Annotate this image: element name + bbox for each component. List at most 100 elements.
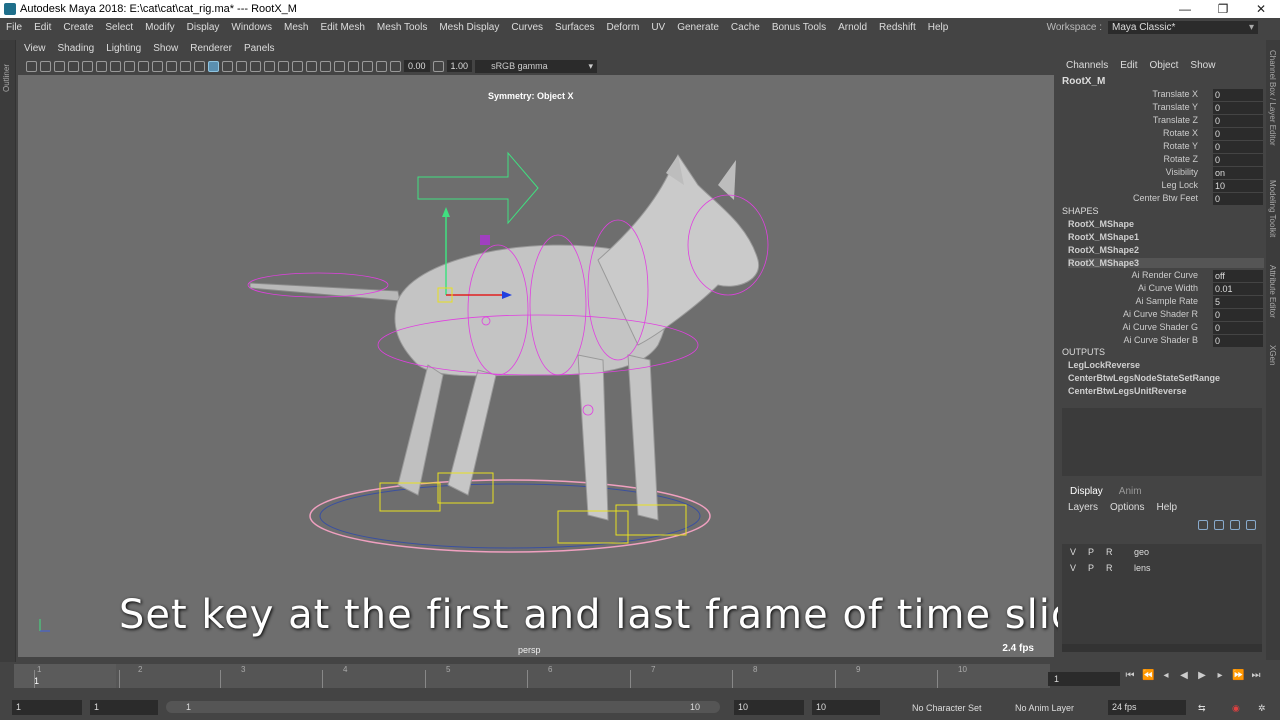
close-button[interactable]: ✕ [1242, 2, 1280, 16]
channel-row[interactable]: Translate Y 0 [1058, 102, 1264, 115]
layer-name[interactable]: lens [1124, 563, 1151, 573]
motion-blur-icon[interactable] [292, 60, 303, 72]
menu-file[interactable]: File [0, 22, 28, 33]
menu-create[interactable]: Create [57, 22, 99, 33]
ambient-occlusion-icon[interactable] [278, 60, 289, 72]
loop-icon[interactable]: ⇆ [1198, 701, 1206, 715]
exposure-field[interactable]: 0.00 [404, 60, 430, 72]
tab-xgen[interactable]: XGen [1268, 345, 1277, 365]
3d-viewport[interactable]: Symmetry: Object X persp 2.4 fps [18, 75, 1054, 657]
maximize-button[interactable]: ❐ [1204, 2, 1242, 16]
character-set-dropdown[interactable]: No Character Set [912, 701, 982, 715]
scene-start-field[interactable]: 1 [12, 700, 82, 715]
shadows-icon[interactable] [264, 60, 275, 72]
depth-of-field-icon[interactable] [320, 60, 331, 72]
channel-value[interactable]: 0 [1213, 89, 1263, 101]
channel-row[interactable]: Center Btw Feet 0 [1058, 193, 1264, 206]
shape-attr-value[interactable]: 0.01 [1213, 283, 1263, 295]
menu-select[interactable]: Select [99, 22, 139, 33]
channel-row[interactable]: Rotate Z 0 [1058, 154, 1264, 167]
layer-name[interactable]: geo [1124, 547, 1149, 557]
current-time-marker[interactable]: 1 [14, 664, 116, 688]
grease-pencil-icon[interactable] [96, 60, 107, 72]
textured-icon[interactable] [236, 60, 247, 72]
minimize-button[interactable]: — [1166, 2, 1204, 16]
menu-cache[interactable]: Cache [725, 22, 766, 33]
channel-row[interactable]: Visibility on [1058, 167, 1264, 180]
output-item[interactable]: CenterBtwLegsNodeStateSetRange [1068, 373, 1220, 383]
viewport-menu-lighting[interactable]: Lighting [100, 43, 147, 57]
channel-value[interactable]: 0 [1213, 141, 1263, 153]
scene-end-field[interactable]: 10 [812, 700, 880, 715]
menu-help[interactable]: Help [922, 22, 955, 33]
layer-visible-toggle[interactable]: V [1070, 547, 1088, 557]
viewport-menu-renderer[interactable]: Renderer [184, 43, 238, 57]
menu-mesh[interactable]: Mesh [278, 22, 314, 33]
outliner-tab[interactable]: Outliner [2, 64, 11, 92]
menu-modify[interactable]: Modify [139, 22, 180, 33]
step-forward-key-icon[interactable]: ⏩ [1232, 670, 1244, 682]
channel-value[interactable]: 0 [1213, 128, 1263, 140]
gamma-field[interactable]: 1.00 [446, 60, 473, 72]
shape-item-selected[interactable]: RootX_MShape3 [1068, 258, 1264, 268]
workspace-dropdown[interactable]: Maya Classic* [1108, 21, 1258, 34]
channel-value[interactable]: 10 [1213, 180, 1263, 192]
xray-icon[interactable] [348, 60, 359, 72]
safe-action-icon[interactable] [180, 60, 191, 72]
go-to-end-icon[interactable]: ⏭ [1250, 670, 1262, 682]
shape-attr-value[interactable]: 0 [1213, 322, 1263, 334]
wireframe-icon[interactable] [194, 60, 205, 72]
channel-menu-object[interactable]: Object [1150, 60, 1179, 71]
film-gate-icon[interactable] [124, 60, 135, 72]
tab-attribute-editor[interactable]: Attribute Editor [1268, 265, 1277, 318]
channel-value[interactable]: 0 [1213, 193, 1263, 205]
channel-row[interactable]: Rotate Y 0 [1058, 141, 1264, 154]
menu-uv[interactable]: UV [645, 22, 671, 33]
shape-attr-row[interactable]: Ai Sample Rate 5 [1058, 296, 1264, 309]
new-layer-selected-icon[interactable] [1246, 520, 1256, 530]
select-camera-icon[interactable] [26, 60, 37, 72]
fps-dropdown[interactable]: 24 fps [1108, 700, 1186, 715]
channel-row[interactable]: Translate X 0 [1058, 89, 1264, 102]
menu-deform[interactable]: Deform [601, 22, 646, 33]
layer-visible-toggle[interactable]: V [1070, 563, 1088, 573]
time-slider[interactable]: 1 1 2 3 4 5 6 7 8 9 10 [14, 664, 1050, 688]
xray-joints-icon[interactable] [362, 60, 373, 72]
color-space-dropdown[interactable]: sRGB gamma [475, 59, 598, 73]
shape-attr-row[interactable]: Ai Render Curve off [1058, 270, 1264, 283]
channel-value[interactable]: 0 [1213, 102, 1263, 114]
image-plane-icon[interactable] [68, 60, 79, 72]
menu-mesh-display[interactable]: Mesh Display [433, 22, 505, 33]
step-back-frame-icon[interactable]: ◂ [1160, 670, 1172, 682]
step-forward-frame-icon[interactable]: ▸ [1214, 670, 1226, 682]
range-slider[interactable]: 1 10 [166, 701, 720, 713]
layer-playback-toggle[interactable]: P [1088, 563, 1106, 573]
channel-menu-show[interactable]: Show [1190, 60, 1215, 71]
step-back-key-icon[interactable]: ⏪ [1142, 670, 1154, 682]
output-item[interactable]: LegLockReverse [1068, 360, 1140, 370]
menu-edit[interactable]: Edit [28, 22, 57, 33]
layer-scrollbar[interactable] [1062, 644, 1262, 652]
resolution-gate-icon[interactable] [138, 60, 149, 72]
gamma-icon[interactable] [432, 60, 444, 72]
grid-icon[interactable] [110, 60, 121, 72]
menu-display[interactable]: Display [181, 22, 226, 33]
layer-playback-toggle[interactable]: P [1088, 547, 1106, 557]
menu-surfaces[interactable]: Surfaces [549, 22, 600, 33]
new-layer-icon[interactable] [1230, 520, 1240, 530]
channel-menu-edit[interactable]: Edit [1120, 60, 1137, 71]
shape-attr-row[interactable]: Ai Curve Shader G 0 [1058, 322, 1264, 335]
menu-redshift[interactable]: Redshift [873, 22, 922, 33]
shape-item[interactable]: RootX_MShape [1068, 219, 1134, 229]
play-backward-icon[interactable]: ◀ [1178, 670, 1190, 682]
current-frame-field[interactable]: 1 [1048, 672, 1120, 686]
layer-display-type-toggle[interactable]: R [1106, 563, 1124, 573]
channel-row[interactable]: Translate Z 0 [1058, 115, 1264, 128]
outliner-strip[interactable]: Outliner [0, 40, 16, 662]
layer-menu-options[interactable]: Options [1110, 502, 1144, 520]
layer-row[interactable]: V P R geo [1062, 544, 1262, 560]
2d-pan-icon[interactable] [82, 60, 93, 72]
isolate-select-icon[interactable] [334, 60, 345, 72]
menu-bonus-tools[interactable]: Bonus Tools [766, 22, 832, 33]
shape-attr-value[interactable]: 0 [1213, 309, 1263, 321]
